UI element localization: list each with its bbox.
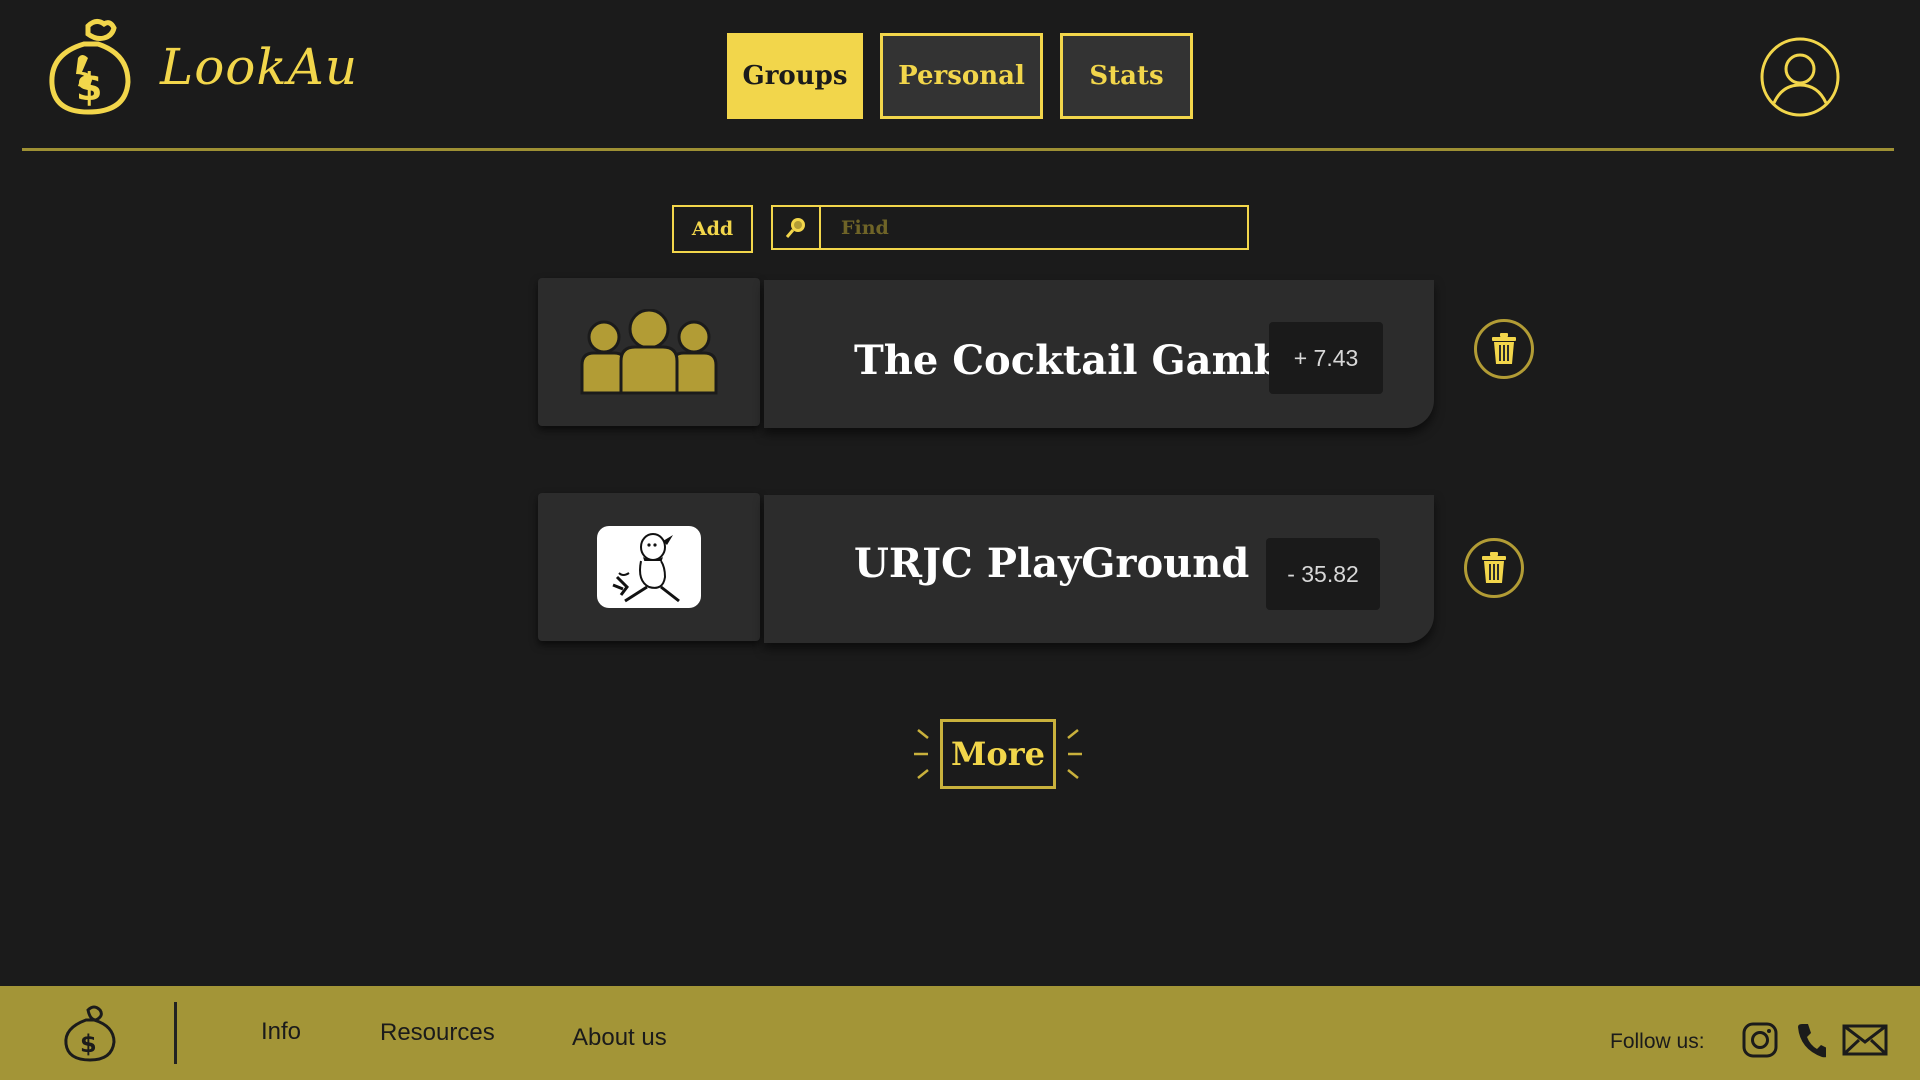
- svg-text:$: $: [76, 65, 102, 109]
- group-thumbnail: [538, 493, 760, 641]
- search-input[interactable]: [821, 207, 1247, 248]
- group-balance: + 7.43: [1269, 322, 1383, 394]
- more-section: More: [912, 716, 1084, 796]
- search-icon[interactable]: [773, 207, 821, 248]
- group-people-icon: [580, 309, 718, 395]
- footer-divider: [174, 1002, 177, 1064]
- instagram-icon[interactable]: [1742, 1022, 1778, 1058]
- app-logo[interactable]: $ LookAu: [48, 18, 357, 123]
- delete-group-button[interactable]: [1474, 319, 1534, 379]
- group-balance: - 35.82: [1266, 538, 1380, 610]
- add-group-button[interactable]: Add: [672, 205, 753, 253]
- penguin-avatar: [597, 526, 701, 608]
- svg-text:$: $: [80, 1030, 97, 1058]
- group-thumbnail: [538, 278, 760, 426]
- group-card[interactable]: URJC PlayGround - 35.82: [538, 493, 1524, 643]
- group-name: URJC PlayGround: [854, 540, 1250, 587]
- money-bag-icon[interactable]: $: [62, 1004, 120, 1062]
- delete-group-button[interactable]: [1464, 538, 1524, 598]
- money-bag-icon: $: [49, 18, 131, 115]
- group-card-body: The Cocktail Gambit + 7.43: [764, 280, 1434, 428]
- header-divider: [22, 148, 1894, 151]
- footer: $ Info Resources About us Follow us:: [0, 986, 1920, 1080]
- group-card[interactable]: The Cocktail Gambit + 7.43: [538, 278, 1534, 428]
- tab-groups[interactable]: Groups: [727, 33, 863, 119]
- footer-link-info[interactable]: Info: [261, 1018, 301, 1046]
- tab-personal[interactable]: Personal: [880, 33, 1043, 119]
- follow-label: Follow us:: [1610, 1030, 1705, 1053]
- header: $ LookAu Groups Personal Stats: [0, 0, 1920, 160]
- profile-button[interactable]: [1760, 37, 1840, 117]
- group-card-body: URJC PlayGround - 35.82: [764, 495, 1434, 643]
- footer-link-about[interactable]: About us: [572, 1024, 667, 1052]
- logo-text: LookAu: [160, 38, 359, 96]
- user-avatar-icon: [1760, 37, 1840, 117]
- phone-icon[interactable]: [1796, 1022, 1826, 1058]
- more-button[interactable]: More: [940, 719, 1056, 789]
- group-name: The Cocktail Gambit: [854, 337, 1316, 384]
- penguin-icon: [612, 533, 680, 603]
- mail-icon[interactable]: [1842, 1024, 1888, 1056]
- search-bar: [771, 205, 1249, 250]
- trash-icon: [1492, 333, 1516, 364]
- trash-icon: [1482, 552, 1506, 583]
- main-nav: Groups Personal Stats: [727, 33, 1193, 119]
- tab-stats[interactable]: Stats: [1060, 33, 1193, 119]
- footer-link-resources[interactable]: Resources: [380, 1019, 495, 1047]
